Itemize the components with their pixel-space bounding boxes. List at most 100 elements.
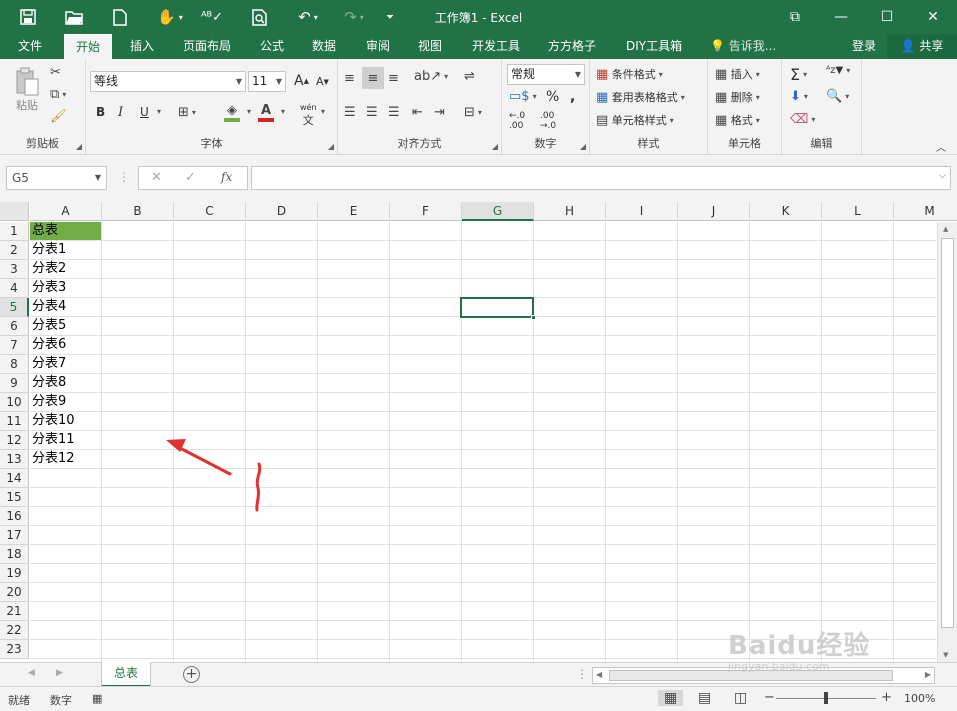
selected-cell[interactable] — [460, 297, 534, 318]
tab-insert[interactable]: 插入 — [130, 34, 154, 59]
underline-button[interactable]: U — [140, 105, 149, 119]
format-as-table-button[interactable]: ▦ 套用表格格式 ▾ — [596, 89, 685, 105]
cell-a2[interactable]: 分表1 — [30, 241, 66, 259]
row-header-13[interactable]: 13 — [0, 450, 29, 469]
cell-a8[interactable]: 分表7 — [30, 355, 66, 373]
signin-link[interactable]: 登录 — [852, 34, 876, 59]
shrink-font-button[interactable]: A ▼ — [316, 75, 329, 88]
cut-icon[interactable]: ✂ — [50, 65, 61, 80]
column-header-h[interactable]: H — [534, 202, 606, 221]
italic-button[interactable]: I — [118, 105, 123, 120]
cell-a4[interactable]: 分表3 — [30, 279, 66, 297]
row-header-5[interactable]: 5 — [0, 298, 29, 317]
autosum-icon[interactable]: Σ ▾ — [790, 65, 807, 84]
row-header-7[interactable]: 7 — [0, 336, 29, 355]
column-header-i[interactable]: I — [606, 202, 678, 221]
normal-view-icon[interactable]: ▦ — [658, 690, 684, 706]
accounting-format-icon[interactable]: ▭$ ▾ — [509, 89, 537, 104]
column-header-f[interactable]: F — [390, 202, 462, 221]
column-header-g[interactable]: G — [462, 202, 534, 221]
increase-decimal-icon[interactable]: ←.0.00 — [509, 111, 525, 131]
cell-a1[interactable]: 总表 — [30, 222, 101, 240]
cell-a6[interactable]: 分表5 — [30, 317, 66, 335]
macro-record-icon[interactable]: ▦ — [92, 692, 102, 705]
column-header-d[interactable]: D — [246, 202, 318, 221]
row-header-11[interactable]: 11 — [0, 412, 29, 431]
orientation-icon[interactable]: ab↗ ▾ — [414, 69, 448, 84]
tab-diy-toolbox[interactable]: DIY工具箱 — [626, 34, 682, 59]
column-header-k[interactable]: K — [750, 202, 822, 221]
zoom-level[interactable]: 100% — [904, 692, 935, 705]
scroll-left-icon[interactable]: ◀ — [596, 670, 602, 679]
row-header-22[interactable]: 22 — [0, 621, 29, 640]
fill-color-button[interactable]: ◈ — [224, 103, 240, 122]
percent-button[interactable]: % — [546, 89, 559, 105]
cell-styles-button[interactable]: ▤ 单元格样式 ▾ — [596, 112, 674, 128]
copy-icon[interactable]: ⧉ ▾ — [50, 87, 66, 102]
tab-home[interactable]: 开始 — [64, 34, 113, 59]
row-header-23[interactable]: 23 — [0, 640, 29, 659]
borders-button[interactable]: ⊞ ▾ — [178, 105, 196, 120]
phonetic-dropdown[interactable]: ▾ — [318, 107, 325, 116]
font-launcher-icon[interactable]: ◢ — [328, 142, 334, 151]
share-button[interactable]: 👤 共享 — [887, 34, 957, 59]
select-all-button[interactable] — [0, 202, 29, 221]
cell-a3[interactable]: 分表2 — [30, 260, 66, 278]
format-cells-button[interactable]: ▦ 格式 ▾ — [715, 112, 760, 128]
page-layout-view-icon[interactable]: ▤ — [698, 690, 711, 706]
column-header-a[interactable]: A — [30, 202, 102, 221]
font-size-select[interactable]: 11 ▼ — [248, 71, 286, 92]
row-header-14[interactable]: 14 — [0, 469, 29, 488]
bold-button[interactable]: B — [96, 105, 105, 119]
row-header-17[interactable]: 17 — [0, 526, 29, 545]
row-header-16[interactable]: 16 — [0, 507, 29, 526]
tab-fangfang[interactable]: 方方格子 — [548, 34, 596, 59]
clear-icon[interactable]: ⌫ ▾ — [790, 112, 815, 127]
add-sheet-button[interactable]: + — [183, 666, 200, 683]
maximize-button[interactable]: ☐ — [864, 0, 910, 34]
find-select-icon[interactable]: 🔍 ▾ — [826, 89, 849, 104]
close-button[interactable]: ✕ — [910, 0, 956, 34]
formula-input[interactable]: ⌵ — [251, 166, 951, 190]
row-header-18[interactable]: 18 — [0, 545, 29, 564]
tell-me-box[interactable]: 💡 告诉我... — [710, 34, 776, 59]
cell-a10[interactable]: 分表9 — [30, 393, 66, 411]
page-break-view-icon[interactable]: ◫ — [734, 690, 747, 706]
zoom-slider-thumb[interactable] — [824, 692, 828, 704]
font-name-select[interactable]: 等线 ▼ — [90, 71, 246, 92]
fill-color-dropdown[interactable]: ▾ — [244, 107, 251, 116]
zoom-in-button[interactable]: + — [881, 690, 892, 705]
insert-function-button[interactable]: fx — [221, 170, 232, 184]
cell-a7[interactable]: 分表6 — [30, 336, 66, 354]
number-launcher-icon[interactable]: ◢ — [580, 142, 586, 151]
tab-view[interactable]: 视图 — [418, 34, 442, 59]
column-header-e[interactable]: E — [318, 202, 390, 221]
column-header-b[interactable]: B — [102, 202, 174, 221]
clipboard-launcher-icon[interactable]: ◢ — [76, 142, 82, 151]
name-box[interactable]: G5 ▼ — [6, 166, 107, 190]
align-bottom-icon[interactable]: ≡ — [388, 71, 399, 86]
cell-a13[interactable]: 分表12 — [30, 450, 75, 468]
cell-a12[interactable]: 分表11 — [30, 431, 75, 449]
align-left-icon[interactable]: ☰ — [344, 105, 356, 120]
cell-a11[interactable]: 分表10 — [30, 412, 75, 430]
tab-formulas[interactable]: 公式 — [260, 34, 284, 59]
row-header-15[interactable]: 15 — [0, 488, 29, 507]
confirm-entry-icon[interactable]: ✓ — [185, 170, 196, 185]
tab-split-grip-icon[interactable]: ⋮ — [576, 667, 588, 681]
cancel-entry-icon[interactable]: ✕ — [151, 170, 162, 185]
vertical-scroll-thumb[interactable] — [941, 238, 954, 628]
zoom-out-button[interactable]: − — [764, 690, 775, 705]
row-header-3[interactable]: 3 — [0, 260, 29, 279]
underline-dropdown[interactable]: ▾ — [154, 107, 161, 116]
font-color-button[interactable]: A — [258, 103, 274, 122]
merge-center-icon[interactable]: ⊟ ▾ — [464, 105, 482, 120]
sheet-tab-summary[interactable]: 总表 — [101, 662, 151, 687]
row-header-4[interactable]: 4 — [0, 279, 29, 298]
collapse-ribbon-icon[interactable]: ︿ — [936, 139, 946, 154]
scroll-right-icon[interactable]: ▶ — [925, 670, 931, 679]
tab-review[interactable]: 审阅 — [366, 34, 390, 59]
align-center-icon[interactable]: ☰ — [366, 105, 378, 120]
grow-font-button[interactable]: A ▲ — [294, 73, 309, 89]
tab-developer[interactable]: 开发工具 — [472, 34, 520, 59]
